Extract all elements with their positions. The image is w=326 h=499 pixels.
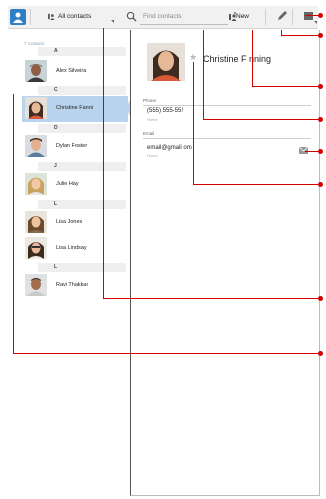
callout-line xyxy=(103,28,104,298)
contact-item-lisa-lindsay[interactable]: Lisa Lindsay xyxy=(22,236,128,262)
new-contact-button[interactable]: New xyxy=(236,13,249,20)
callout-marker xyxy=(318,13,323,18)
all-contacts-label: All contacts xyxy=(58,13,92,20)
callout-line xyxy=(281,35,321,36)
section-header: L xyxy=(38,200,126,209)
contact-name: Lisa Jones xyxy=(56,219,83,225)
callout-line xyxy=(13,94,14,353)
avatar xyxy=(25,97,47,119)
section-header: L xyxy=(38,263,126,272)
contacts-app: All contacts Find contacts New 7 contact… xyxy=(0,0,326,499)
avatar xyxy=(25,173,47,195)
contacts-filter-icon xyxy=(48,13,55,20)
email-section-label: Email xyxy=(143,131,155,136)
chevron-down-icon xyxy=(111,20,114,23)
contact-name: Christine Fanni xyxy=(56,105,93,111)
divider xyxy=(265,9,266,25)
section-header: D xyxy=(38,124,126,133)
avatar xyxy=(25,60,47,82)
contact-name: Lisa Lindsay xyxy=(56,245,87,251)
callout-line xyxy=(193,62,194,184)
overflow-menu-button[interactable] xyxy=(304,12,313,20)
all-contacts-spinner[interactable]: All contacts xyxy=(48,13,92,20)
divider xyxy=(30,9,31,25)
action-bar: All contacts Find contacts New xyxy=(8,6,318,29)
contact-name: Julie Hay xyxy=(56,181,79,187)
phone-number[interactable]: (555) 555-55! xyxy=(147,108,183,114)
contact-display-name: Christine F nning xyxy=(203,54,272,64)
divider xyxy=(292,9,293,25)
contact-detail-panel xyxy=(130,30,320,496)
contact-item-julie[interactable]: Julie Hay xyxy=(22,172,128,198)
avatar xyxy=(25,237,47,259)
contact-name: Alex Silveira xyxy=(56,68,87,74)
callout-line xyxy=(13,353,321,354)
section-header: J xyxy=(38,162,126,171)
search-input[interactable]: Find contacts xyxy=(143,13,182,20)
edit-pencil-icon[interactable] xyxy=(276,10,288,22)
phone-type: Home xyxy=(147,117,158,122)
contact-item-alex[interactable]: Alex Silveira xyxy=(22,59,128,85)
search-underline xyxy=(140,24,228,25)
contact-item-ravi[interactable]: Ravi Thakkar xyxy=(22,273,128,299)
section-header: A xyxy=(38,47,126,56)
phone-section-label: Phone xyxy=(143,98,157,103)
contact-count: 7 contacts xyxy=(24,41,45,46)
callout-marker xyxy=(318,296,323,301)
callout-line xyxy=(281,30,282,35)
contacts-app-icon[interactable] xyxy=(10,9,26,25)
callout-line xyxy=(193,184,321,185)
section-header: C xyxy=(38,86,126,95)
avatar xyxy=(25,135,47,157)
contact-item-christine[interactable]: Christine Fanni xyxy=(22,96,128,122)
avatar xyxy=(25,211,47,233)
avatar xyxy=(25,274,47,296)
callout-marker xyxy=(318,351,323,356)
contact-item-dylan[interactable]: Dylan Foster xyxy=(22,134,128,160)
contact-photo[interactable] xyxy=(147,43,185,81)
section-divider xyxy=(143,138,311,139)
contact-name: Dylan Foster xyxy=(56,143,88,149)
callout-marker xyxy=(318,33,323,38)
callout-line xyxy=(252,30,253,86)
callout-line xyxy=(103,298,321,299)
callout-line xyxy=(252,86,321,87)
email-address[interactable]: email@gmail om xyxy=(147,145,192,151)
contact-item-lisa-jones[interactable]: Lisa Jones xyxy=(22,210,128,236)
callout-marker xyxy=(318,117,323,122)
callout-marker xyxy=(318,84,323,89)
callout-line xyxy=(203,119,321,120)
section-divider xyxy=(143,105,311,106)
chevron-down-icon xyxy=(314,21,317,24)
callout-line xyxy=(203,30,204,119)
callout-marker xyxy=(318,182,323,187)
contact-name: Ravi Thakkar xyxy=(56,282,89,288)
email-type: Home xyxy=(147,153,158,158)
search-icon[interactable] xyxy=(126,11,137,22)
callout-marker xyxy=(318,149,323,154)
